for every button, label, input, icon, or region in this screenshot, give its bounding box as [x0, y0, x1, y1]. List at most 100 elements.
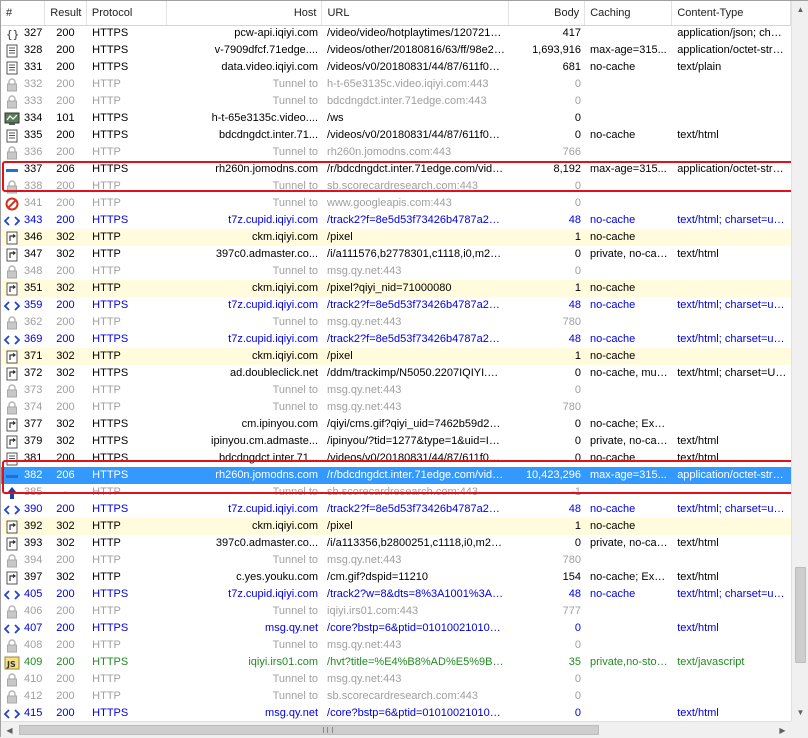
table-row[interactable]: 337 206 HTTPS rh260n.jomodns.com/r/bdcdngdc… [1, 161, 791, 178]
table-row[interactable]: 343 200 HTTPS t7z.cupid.iqiyi.com/track2?f=… [1, 212, 791, 229]
table-row[interactable]: 406 200 HTTP Tunnel to iqiyi.irs01.com:443 77… [1, 603, 791, 620]
cell-result: 200 [56, 146, 75, 158]
cell-result: 302 [56, 350, 75, 362]
cell-num: 332 [1, 76, 45, 93]
column-header-url[interactable]: URL [322, 1, 510, 25]
cell-caching: no-cache; Expi... [590, 571, 672, 583]
redirect-icon [3, 571, 21, 585]
cell-url: /core?bstp=6&ptid=0101002101000000... [327, 622, 510, 634]
cell-protocol: HTTPS [92, 299, 129, 311]
cell-caching [585, 110, 672, 127]
table-row[interactable]: 332 200 HTTP Tunnel to h-t-65e3135c.video.iq… [1, 76, 791, 93]
table-row[interactable]: 335 200 HTTPS bdcdngdct.inter.71... /videos/… [1, 127, 791, 144]
table-row[interactable]: 372 302 HTTPS ad.doubleclick.net/ddm/tracki… [1, 365, 791, 382]
table-row[interactable]: 379 302 HTTPS ipinyou.cm.admaste... /ipinyou… [1, 433, 791, 450]
table-row[interactable]: {} 327 200 HTTPS pcw-api.iqiyi.com/video/vid… [1, 25, 791, 42]
table-row[interactable]: 390 200 HTTPS t7z.cupid.iqiyi.com/track2?f=… [1, 501, 791, 518]
column-header-caching[interactable]: Caching [585, 1, 673, 25]
cell-host: rh260n.jomodns.com [215, 163, 319, 175]
cell-num: 341 [1, 195, 45, 212]
cell-body: 154 [562, 571, 581, 583]
vertical-scroll-thumb[interactable] [795, 567, 806, 663]
cell-caching [585, 399, 672, 416]
table-row[interactable]: 351 302 HTTP ckm.iqiyi.com/pixel?qiyi_nid=7… [1, 280, 791, 297]
column-header-protocol[interactable]: Protocol [87, 1, 168, 25]
cell-protocol: HTTPS [92, 61, 129, 73]
cell-host: Tunnel to [272, 197, 319, 209]
scroll-right-arrow-icon[interactable]: ▶ [774, 722, 791, 738]
table-row[interactable]: 397 302 HTTP c.yes.youku.com/cm.gif?dspid=1… [1, 569, 791, 586]
cell-num: {} 327 [1, 25, 45, 42]
table-row[interactable]: JS 409 200 HTTPS iqiyi.irs01.com/hvt?title=%… [1, 654, 791, 671]
table-row[interactable]: 392 302 HTTP ckm.iqiyi.com/pixel 1 no-cache [1, 518, 791, 535]
table-row[interactable]: 385 - HTTP Tunnel to sb.scorecardresearch.co… [1, 484, 791, 501]
column-header-num[interactable]: # [1, 1, 46, 25]
table-row[interactable]: 410 200 HTTP Tunnel to msg.qy.net:443 0 [1, 671, 791, 688]
cell-num-text: 351 [24, 282, 43, 294]
table-row[interactable]: 341 200 HTTP Tunnel to www.googleapis.com:44… [1, 195, 791, 212]
table-row[interactable]: 412 200 HTTP Tunnel to sb.scorecardresearch.… [1, 688, 791, 705]
table-row[interactable]: 394 200 HTTP Tunnel to msg.qy.net:443 780 [1, 552, 791, 569]
lock-icon [3, 672, 21, 687]
scroll-down-arrow-icon[interactable]: ▼ [792, 704, 808, 721]
cell-content-type: text/html [677, 452, 719, 464]
cell-url: msg.qy.net:443 [327, 401, 402, 413]
cell-host: 397c0.admaster.co... [215, 537, 319, 549]
table-row[interactable]: 415 200 HTTPS msg.qy.net/core?bstp=6&ptid=0… [1, 705, 791, 721]
column-header-content-type[interactable]: Content-Type [672, 1, 791, 25]
scroll-left-arrow-icon[interactable]: ◀ [1, 722, 18, 738]
table-row[interactable]: 407 200 HTTPS msg.qy.net/core?bstp=6&ptid=0… [1, 620, 791, 637]
cell-result: 101 [56, 112, 75, 124]
table-row[interactable]: 374 200 HTTP Tunnel to msg.qy.net:443 780 [1, 399, 791, 416]
cell-caching: max-age=315... [590, 44, 667, 56]
table-row[interactable]: 405 200 HTTPS t7z.cupid.iqiyi.com/track2?w=… [1, 586, 791, 603]
cell-result: 302 [56, 537, 75, 549]
vertical-scrollbar[interactable]: ▲ ▼ [791, 1, 808, 721]
table-row[interactable]: 371 302 HTTP ckm.iqiyi.com/pixel 1 no-cache [1, 348, 791, 365]
cell-caching [585, 93, 672, 110]
scroll-up-arrow-icon[interactable]: ▲ [792, 1, 808, 18]
cell-url: /pixel [327, 350, 353, 362]
cell-content-type [672, 518, 791, 535]
cell-result: 200 [56, 44, 75, 56]
table-row[interactable]: 328 200 HTTPS v-7909dfcf.71edge.... /videos/… [1, 42, 791, 59]
cell-content-type: application/octet-stream [677, 44, 791, 56]
column-header-result[interactable]: Result [45, 1, 87, 25]
cell-caching [585, 603, 672, 620]
table-row[interactable]: 362 200 HTTP Tunnel to msg.qy.net:443 780 [1, 314, 791, 331]
cell-protocol: HTTP [92, 231, 121, 243]
cell-url: sb.scorecardresearch.com:443 [327, 180, 479, 192]
cell-num: 338 [1, 178, 45, 195]
table-row[interactable]: 333 200 HTTP Tunnel to bdcdngdct.inter.71edg… [1, 93, 791, 110]
table-row[interactable]: 348 200 HTTP Tunnel to msg.qy.net:443 0 [1, 263, 791, 280]
cell-host: Tunnel to [272, 401, 319, 413]
column-header-host[interactable]: Host [167, 1, 323, 25]
json-icon: {} [3, 27, 21, 41]
cell-protocol: HTTPS [92, 588, 129, 600]
table-row[interactable]: 347 302 HTTP 397c0.admaster.co... /i/a111576… [1, 246, 791, 263]
cell-protocol: HTTPS [92, 367, 129, 379]
horizontal-scrollbar[interactable]: ◀ ▶ [1, 721, 791, 738]
table-row[interactable]: 346 302 HTTP ckm.iqiyi.com/pixel 1 no-cache [1, 229, 791, 246]
table-row-selected[interactable]: 382 206 HTTPS rh260n.jomodns.com/r/bdcdngdc… [1, 467, 791, 484]
cell-host: Tunnel to [272, 146, 319, 158]
horizontal-scroll-thumb[interactable] [19, 725, 599, 735]
cell-url: /pixel?qiyi_nid=71000080 [327, 282, 452, 294]
cell-caching [585, 688, 672, 705]
table-row[interactable]: 359 200 HTTPS t7z.cupid.iqiyi.com/track2?f=… [1, 297, 791, 314]
table-row[interactable]: 334 101 HTTPS h-t-65e3135c.video.... /ws 0 [1, 110, 791, 127]
table-row[interactable]: 336 200 HTTP Tunnel to rh260n.jomodns.com:44… [1, 144, 791, 161]
cell-caching: no-cache [590, 129, 636, 141]
cell-protocol: HTTP [92, 384, 121, 396]
table-row[interactable]: 331 200 HTTPS data.video.iqiyi.com/videos/v… [1, 59, 791, 76]
column-header-body[interactable]: Body [509, 1, 586, 25]
table-row[interactable]: 377 302 HTTPS cm.ipinyou.com/qiyi/cms.gif?q… [1, 416, 791, 433]
table-row[interactable]: 369 200 HTTPS t7z.cupid.iqiyi.com/track2?f=… [1, 331, 791, 348]
table-row[interactable]: 338 200 HTTP Tunnel to sb.scorecardresearch.… [1, 178, 791, 195]
table-row[interactable]: 393 302 HTTP 397c0.admaster.co... /i/a113356… [1, 535, 791, 552]
cell-content-type [672, 76, 791, 93]
table-row[interactable]: 373 200 HTTP Tunnel to msg.qy.net:443 0 [1, 382, 791, 399]
cell-content-type [672, 280, 791, 297]
table-row[interactable]: 381 200 HTTPS bdcdngdct.inter.71... /videos/… [1, 450, 791, 467]
table-row[interactable]: 408 200 HTTP Tunnel to msg.qy.net:443 0 [1, 637, 791, 654]
